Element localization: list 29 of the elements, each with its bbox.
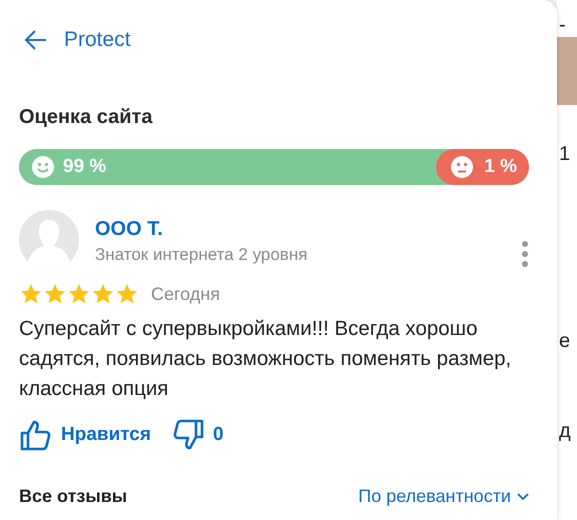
more-icon[interactable]: [521, 240, 529, 268]
background-text: е: [559, 330, 570, 353]
background-text: 1: [559, 143, 570, 166]
frown-icon: [450, 155, 474, 179]
sort-dropdown[interactable]: По релевантности: [358, 486, 529, 507]
author-name[interactable]: ООО Т.: [95, 218, 505, 241]
positive-percent: 99 %: [63, 156, 106, 178]
smile-icon: [31, 155, 55, 179]
review-text: Суперсайт с супервыкройками!!! Всегда хорошо садятся, появилась возможность поменять размер, классная опция: [19, 316, 512, 402]
chevron-down-icon: [517, 492, 529, 500]
star-icon: [19, 282, 43, 306]
like-button[interactable]: Нравится: [19, 418, 151, 452]
dislike-button[interactable]: 0: [170, 418, 224, 452]
back-arrow-icon: [24, 29, 48, 51]
thumbs-down-icon: [170, 418, 205, 452]
star-icon: [115, 282, 139, 306]
review-date: Сегодня: [151, 284, 220, 304]
negative-percent: 1 %: [484, 156, 517, 178]
star-icon: [43, 282, 67, 306]
star-icon: [91, 282, 115, 306]
author-level: Знаток интернета 2 уровня: [95, 245, 308, 265]
background-text: д: [559, 420, 571, 443]
banner-strip: [557, 37, 577, 105]
back-link[interactable]: Protect: [24, 28, 131, 52]
section-title: Оценка сайта: [19, 106, 154, 129]
background-text: -: [559, 14, 566, 37]
star-icon: [67, 282, 91, 306]
all-reviews-heading: Все отзывы: [19, 486, 128, 507]
thumbs-up-icon: [19, 418, 53, 452]
